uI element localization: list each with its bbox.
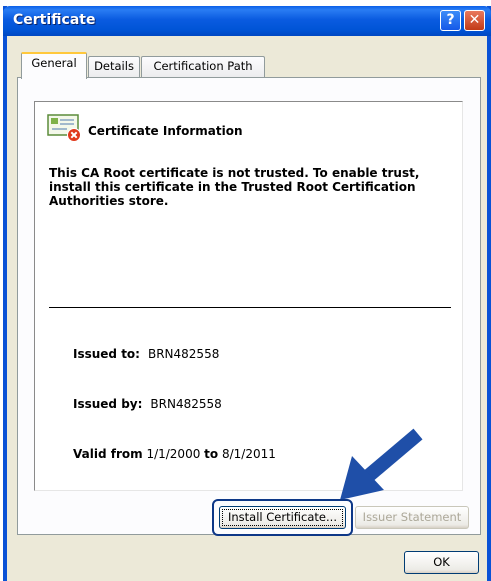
valid-from-label: Valid from (73, 447, 143, 461)
help-button[interactable]: ? (440, 10, 461, 31)
valid-from-value: 1/1/2000 (146, 447, 201, 461)
install-certificate-button[interactable]: Install Certificate... (219, 506, 346, 529)
trust-warning-text: This CA Root certificate is not trusted.… (49, 166, 420, 208)
info-title: Certificate Information (88, 124, 243, 138)
valid-to-label: to (204, 447, 219, 461)
divider (49, 307, 451, 308)
window-title: Certificate (13, 12, 96, 28)
validity-row: Valid from 1/1/2000 to 8/1/2011 (73, 447, 276, 461)
tab-details[interactable]: Details (88, 56, 140, 77)
close-button[interactable]: ✕ (464, 10, 485, 31)
tab-general[interactable]: General (21, 52, 87, 79)
ok-button[interactable]: OK (404, 551, 479, 574)
issuer-statement-button[interactable]: Issuer Statement (355, 506, 469, 529)
issued-by-row: Issued by: BRN482558 (73, 397, 222, 411)
valid-to-value: 8/1/2011 (221, 447, 276, 461)
title-bar[interactable]: Certificate ? ✕ (3, 6, 491, 36)
certificate-dialog: Certificate ? ✕ General Details Certific… (3, 6, 491, 581)
issued-by-value: BRN482558 (150, 397, 222, 411)
pointer-arrow-icon (340, 428, 423, 500)
install-certificate-label: Install Certificate... (222, 509, 343, 526)
issued-to-row: Issued to: BRN482558 (73, 347, 219, 361)
certificate-error-icon (47, 114, 81, 142)
issued-by-label: Issued by: (73, 397, 143, 411)
issued-to-label: Issued to: (73, 347, 140, 361)
tab-certification-path[interactable]: Certification Path (141, 56, 265, 77)
issued-to-value: BRN482558 (147, 347, 220, 361)
